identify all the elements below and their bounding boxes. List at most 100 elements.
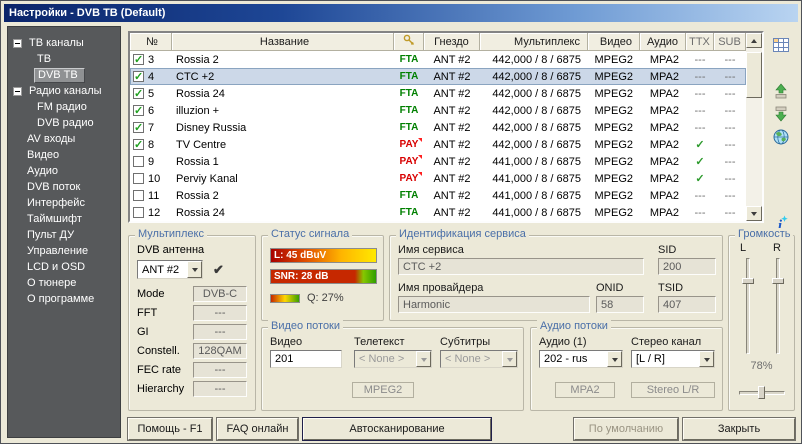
channel-enabled-checkbox[interactable] — [133, 190, 144, 201]
channel-enabled-checkbox[interactable] — [133, 122, 144, 133]
audio-codec-cell: MPA2 — [640, 153, 686, 170]
table-row[interactable]: 6illuzion +FTAANT #2442,000 / 8 / 6875MP… — [130, 102, 746, 119]
sidebar-item[interactable]: LCD и OSD — [8, 259, 120, 275]
sidebar-item-label: FM радио — [34, 100, 93, 115]
sidebar-item[interactable]: О программе — [8, 291, 120, 307]
sidebar-item[interactable]: Видео — [8, 147, 120, 163]
volume-left-thumb[interactable] — [742, 278, 754, 284]
sidebar-item[interactable]: ТВ каналы — [8, 35, 120, 51]
teletext-flag: --- — [686, 68, 714, 85]
subtitles-select[interactable]: < None > — [440, 350, 518, 368]
col-header-num[interactable]: № — [130, 33, 172, 51]
stereo-mode-select[interactable]: [L / R] — [631, 350, 715, 368]
sidebar-item[interactable]: ТВ — [8, 51, 120, 67]
sidebar-item[interactable]: FM радио — [8, 99, 120, 115]
teletext-label: Телетекст — [354, 336, 405, 348]
subtitles-flag: --- — [714, 51, 746, 68]
socket-cell: ANT #2 — [424, 136, 480, 153]
sidebar-item-label: ТВ каналы — [26, 36, 90, 51]
table-row[interactable]: 8TV CentrePAYANT #2442,000 / 8 / 6875MPE… — [130, 136, 746, 153]
col-header-video[interactable]: Видео — [588, 33, 640, 51]
col-header-access[interactable] — [394, 33, 424, 51]
help-button[interactable]: Помощь - F1 — [128, 418, 212, 440]
access-type: FTA — [400, 88, 419, 99]
antenna-select[interactable]: ANT #2 — [137, 260, 203, 279]
faq-online-button[interactable]: FAQ онлайн — [217, 418, 298, 440]
table-row[interactable]: 11Rossia 2FTAANT #2441,000 / 8 / 6875MPE… — [130, 187, 746, 204]
sidebar-item[interactable]: DVB поток — [8, 179, 120, 195]
channel-rows: 3Rossia 2FTAANT #2442,000 / 8 / 6875MPEG… — [130, 51, 746, 221]
dropdown-arrow-icon[interactable] — [699, 351, 714, 367]
channel-name: Rossia 24 — [172, 204, 394, 221]
sidebar-item[interactable]: О тюнере — [8, 275, 120, 291]
apply-antenna-icon[interactable] — [213, 262, 224, 278]
sidebar-item[interactable]: Управление — [8, 243, 120, 259]
autoscan-button[interactable]: Автосканирование — [303, 418, 491, 440]
channel-number: 10 — [148, 173, 160, 185]
channel-name: Rossia 24 — [172, 85, 394, 102]
sidebar-item[interactable]: DVB радио — [8, 115, 120, 131]
sidebar-item[interactable]: Интерфейс — [8, 195, 120, 211]
video-codec-cell: MPEG2 — [588, 68, 640, 85]
channel-number: 7 — [148, 122, 154, 134]
channel-enabled-checkbox[interactable] — [133, 156, 144, 167]
socket-cell: ANT #2 — [424, 170, 480, 187]
table-row[interactable]: 4CTC +2FTAANT #2442,000 / 8 / 6875MPEG2M… — [130, 68, 746, 85]
teletext-select[interactable]: < None > — [354, 350, 432, 368]
scroll-down-button[interactable] — [746, 206, 762, 221]
sidebar: ТВ каналыТВDVB ТВРадио каналыFM радиоDVB… — [7, 26, 121, 438]
scroll-thumb[interactable] — [746, 52, 762, 98]
tree-expander-icon[interactable] — [13, 39, 22, 48]
channel-enabled-checkbox[interactable] — [133, 105, 144, 116]
channel-enabled-checkbox[interactable] — [133, 173, 144, 184]
table-row[interactable]: 12Rossia 24FTAANT #2441,000 / 8 / 6875MP… — [130, 204, 746, 221]
channel-enabled-checkbox[interactable] — [133, 71, 144, 82]
move-channel-down-icon[interactable] — [770, 104, 792, 124]
move-channel-up-icon[interactable] — [770, 81, 792, 101]
volume-right-slider[interactable] — [776, 258, 780, 354]
group-title: Громкость — [735, 228, 793, 241]
volume-right-thumb[interactable] — [772, 278, 784, 284]
dropdown-arrow-icon — [416, 351, 431, 367]
table-row[interactable]: 5Rossia 24FTAANT #2442,000 / 8 / 6875MPE… — [130, 85, 746, 102]
video-pid-input[interactable]: 201 — [270, 350, 342, 368]
audio-pid-select[interactable]: 202 - rus — [539, 350, 623, 368]
sidebar-item[interactable]: Аудио — [8, 163, 120, 179]
dropdown-arrow-icon[interactable] — [607, 351, 622, 367]
dropdown-arrow-icon[interactable] — [187, 261, 202, 278]
balance-thumb[interactable] — [758, 386, 765, 399]
col-header-socket[interactable]: Гнездо — [424, 33, 480, 51]
audio-codec-cell: MPA2 — [640, 102, 686, 119]
sidebar-item[interactable]: Таймшифт — [8, 211, 120, 227]
sidebar-item[interactable]: Пульт ДУ — [8, 227, 120, 243]
table-row[interactable]: 10Perviy KanalPAYANT #2441,000 / 8 / 687… — [130, 170, 746, 187]
table-row[interactable]: 7Disney RussiaFTAANT #2442,000 / 8 / 687… — [130, 119, 746, 136]
table-row[interactable]: 3Rossia 2FTAANT #2442,000 / 8 / 6875MPEG… — [130, 51, 746, 68]
tree-expander-icon[interactable] — [13, 87, 22, 96]
scroll-up-button[interactable] — [746, 33, 762, 48]
col-header-sub[interactable]: SUB — [714, 33, 746, 51]
channel-enabled-checkbox[interactable] — [133, 207, 144, 218]
sidebar-item[interactable]: Радио каналы — [8, 83, 120, 99]
col-header-ttx[interactable]: TTX — [686, 33, 714, 51]
video-codec-cell: MPEG2 — [588, 153, 640, 170]
channel-grid-icon[interactable] — [770, 35, 792, 55]
channel-table: № Название Гнездо Мультиплекс Видео Ауди… — [128, 31, 764, 223]
web-icon[interactable] — [770, 127, 792, 147]
channel-enabled-checkbox[interactable] — [133, 88, 144, 99]
teletext-flag: ✓ — [686, 153, 714, 170]
table-scrollbar[interactable] — [746, 33, 762, 221]
col-header-audio[interactable]: Аудио — [640, 33, 686, 51]
col-header-mux[interactable]: Мультиплекс — [480, 33, 588, 51]
onid-label: ONID — [596, 282, 624, 294]
volume-left-slider[interactable] — [746, 258, 750, 354]
channel-enabled-checkbox[interactable] — [133, 54, 144, 65]
table-row[interactable]: 9Rossia 1PAYANT #2441,000 / 8 / 6875MPEG… — [130, 153, 746, 170]
socket-cell: ANT #2 — [424, 204, 480, 221]
col-header-name[interactable]: Название — [172, 33, 394, 51]
close-button[interactable]: Закрыть — [683, 418, 795, 440]
sidebar-item[interactable]: AV входы — [8, 131, 120, 147]
sidebar-item[interactable]: DVB ТВ — [8, 67, 120, 83]
channel-enabled-checkbox[interactable] — [133, 139, 144, 150]
teletext-flag: ✓ — [686, 136, 714, 153]
